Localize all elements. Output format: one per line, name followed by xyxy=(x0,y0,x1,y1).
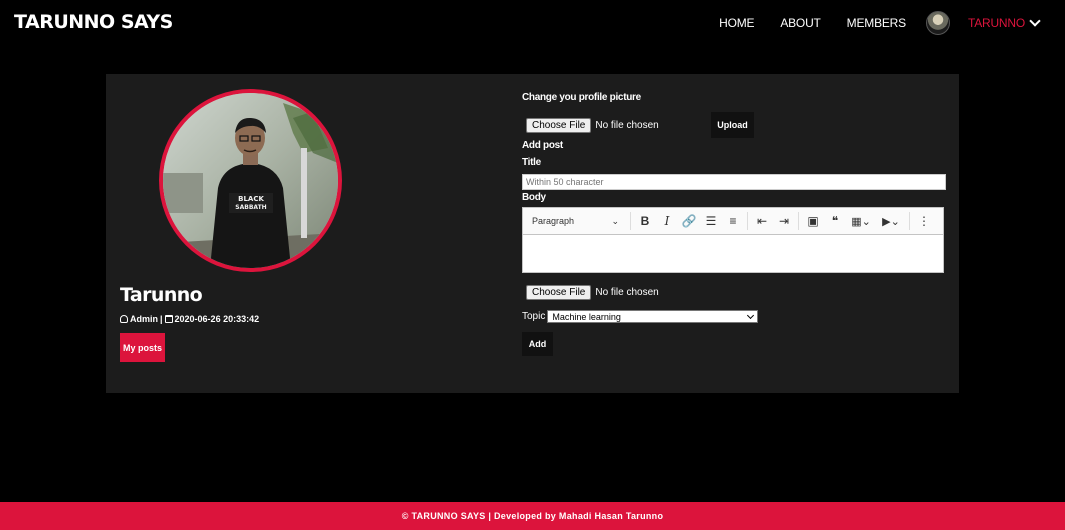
media-embed-icon[interactable]: ▶⌄ xyxy=(876,215,906,228)
topic-select[interactable]: Machine learning xyxy=(547,310,759,323)
my-posts-button[interactable]: My posts xyxy=(120,333,165,362)
profile-role: Admin xyxy=(130,314,158,324)
meta-separator: | xyxy=(160,314,163,324)
editor-toolbar: Paragraph ⌄ B I 🔗 ☰ ≡ ⇤ ⇥ ▣ ❝ ▦⌄ ▶⌄ ⋮ xyxy=(523,208,943,235)
profile-card: BLACK SABBATH Tarunno Admin | 2020-06-26… xyxy=(106,74,516,393)
chevron-down-icon: ⌄ xyxy=(611,215,619,226)
bulleted-list-icon[interactable]: ☰ xyxy=(700,214,722,228)
profile-name: Tarunno xyxy=(120,284,203,306)
outdent-icon[interactable]: ⇤ xyxy=(751,214,773,228)
indent-icon[interactable]: ⇥ xyxy=(773,214,795,228)
bold-icon[interactable]: B xyxy=(634,214,656,228)
add-post-heading: Add post xyxy=(522,140,563,151)
profile-forms: Change you profile picture Choose File N… xyxy=(522,74,952,393)
navbar: TARUNNO SAYS HOME ABOUT MEMBERS TARUNNO xyxy=(0,0,1065,46)
topic-row: Topic Machine learning xyxy=(522,310,759,323)
link-icon[interactable]: 🔗 xyxy=(678,214,700,228)
toolbar-divider xyxy=(909,212,910,230)
choose-post-file-button[interactable]: Choose File xyxy=(526,285,592,300)
image-icon[interactable]: ▣ xyxy=(802,214,824,228)
footer-text: © TARUNNO SAYS | Developed by Mahadi Has… xyxy=(401,511,664,521)
numbered-list-icon[interactable]: ≡ xyxy=(722,214,744,228)
profile-photo-image: BLACK SABBATH xyxy=(163,93,338,268)
editor-body[interactable] xyxy=(523,235,943,272)
more-options-icon[interactable]: ⋮ xyxy=(913,214,935,228)
profile-joined-date: 2020-06-26 20:33:42 xyxy=(174,314,260,324)
brand-logo[interactable]: TARUNNO SAYS xyxy=(14,11,173,33)
chevron-down-icon xyxy=(747,311,755,319)
paragraph-format-dropdown[interactable]: Paragraph ⌄ xyxy=(523,216,627,227)
profile-picture-heading: Change you profile picture xyxy=(522,92,641,103)
add-post-button[interactable]: Add xyxy=(522,332,553,356)
post-file-input: Choose File No file chosen xyxy=(526,285,659,300)
title-label: Title xyxy=(522,157,541,168)
user-icon xyxy=(120,315,128,323)
footer: © TARUNNO SAYS | Developed by Mahadi Has… xyxy=(0,502,1065,530)
profile-file-status: No file chosen xyxy=(595,120,659,131)
nav-about[interactable]: ABOUT xyxy=(780,16,821,30)
profile-picture-file-input: Choose File No file chosen xyxy=(526,118,659,133)
toolbar-divider xyxy=(630,212,631,230)
table-icon[interactable]: ▦⌄ xyxy=(846,215,876,228)
avatar[interactable] xyxy=(925,11,950,35)
profile-picture: BLACK SABBATH xyxy=(159,89,342,272)
paragraph-format-label: Paragraph xyxy=(532,216,575,226)
user-menu[interactable]: TARUNNO xyxy=(967,15,1041,30)
body-label: Body xyxy=(522,192,546,203)
user-menu-label: TARUNNO xyxy=(967,16,1025,30)
nav-members[interactable]: MEMBERS xyxy=(847,16,906,30)
toolbar-divider xyxy=(747,212,748,230)
rich-text-editor: Paragraph ⌄ B I 🔗 ☰ ≡ ⇤ ⇥ ▣ ❝ ▦⌄ ▶⌄ ⋮ xyxy=(522,207,944,273)
choose-profile-file-button[interactable]: Choose File xyxy=(526,118,592,133)
toolbar-divider xyxy=(798,212,799,230)
post-file-status: No file chosen xyxy=(595,287,659,298)
title-input[interactable] xyxy=(522,174,946,190)
blockquote-icon[interactable]: ❝ xyxy=(824,214,846,228)
profile-panel: BLACK SABBATH Tarunno Admin | 2020-06-26… xyxy=(106,74,959,393)
nav-links: HOME ABOUT MEMBERS TARUNNO xyxy=(693,11,1041,35)
italic-icon[interactable]: I xyxy=(656,214,678,228)
upload-button[interactable]: Upload xyxy=(711,112,754,138)
calendar-icon xyxy=(164,315,173,323)
profile-meta: Admin | 2020-06-26 20:33:42 xyxy=(120,314,259,324)
nav-home[interactable]: HOME xyxy=(719,16,754,30)
svg-text:SABBATH: SABBATH xyxy=(235,204,266,211)
svg-text:BLACK: BLACK xyxy=(238,195,264,203)
chevron-down-icon xyxy=(1029,15,1041,27)
topic-selected-value: Machine learning xyxy=(552,311,621,322)
topic-label: Topic xyxy=(522,311,546,322)
